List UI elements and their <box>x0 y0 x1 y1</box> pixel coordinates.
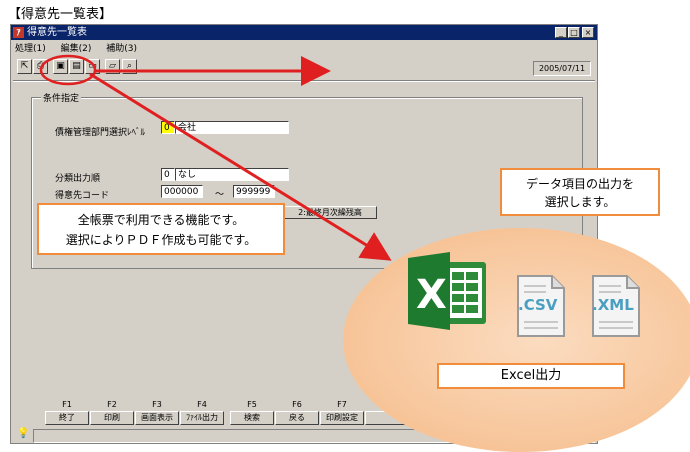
arrow-to-outputs <box>89 72 392 261</box>
toolbar-highlight-circle <box>39 54 97 86</box>
annotation-arrows <box>39 54 392 261</box>
